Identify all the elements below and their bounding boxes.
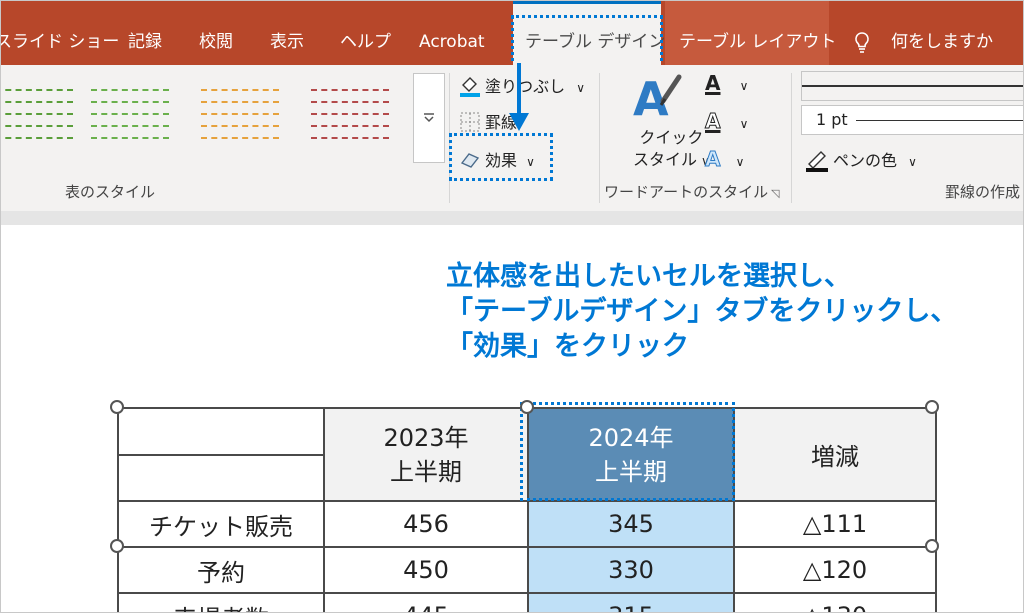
quick-style-icon[interactable]: A xyxy=(631,71,683,131)
header-line: 2023年 xyxy=(383,423,469,452)
table-style-orange[interactable] xyxy=(197,83,283,147)
header-line: 上半期 xyxy=(390,457,462,486)
ribbon-separator xyxy=(599,73,600,203)
gallery-more-button[interactable] xyxy=(413,73,445,163)
text-fill-button[interactable]: A ∨ xyxy=(705,71,748,95)
draw-borders-group-label: 罫線の作成 xyxy=(945,183,1021,201)
table-cell-selected[interactable]: 330 xyxy=(527,546,735,594)
table-cell-selected[interactable]: 315 xyxy=(527,592,735,612)
tab-table-layout[interactable]: テーブル レイアウト xyxy=(665,1,836,65)
tab-review[interactable]: 校閲 xyxy=(199,1,233,65)
table-style-green-2[interactable] xyxy=(87,83,173,147)
lightbulb-icon xyxy=(853,31,871,57)
instruction-line-3: 「効果」をクリック xyxy=(446,331,689,362)
pen-icon xyxy=(805,148,829,176)
text-fill-icon: A xyxy=(705,71,721,95)
resize-handle-middle-right[interactable] xyxy=(925,539,939,553)
down-arrow-head-icon xyxy=(509,113,529,131)
table-cell[interactable]: △111 xyxy=(733,500,937,548)
wordart-group-label: ワードアートのスタイル xyxy=(604,183,769,201)
shading-label: 塗りつぶし xyxy=(485,77,566,96)
table-cell[interactable]: △130 xyxy=(733,592,937,612)
instruction-line-1: 立体感を出したいセルを選択し、 xyxy=(446,261,851,292)
table-cell[interactable]: △120 xyxy=(733,546,937,594)
table-style-green-1[interactable] xyxy=(1,83,77,147)
tab-record[interactable]: 記録 xyxy=(128,1,162,65)
table-cell-selected[interactable]: 345 xyxy=(527,500,735,548)
resize-handle-top-right[interactable] xyxy=(925,400,939,414)
table-cell[interactable]: 445 xyxy=(323,592,529,612)
tab-acrobat[interactable]: Acrobat xyxy=(419,1,485,65)
pen-weight-value: 1 pt xyxy=(816,110,848,129)
chevron-down-icon: ∨ xyxy=(576,81,586,95)
table-header-corner[interactable] xyxy=(117,407,325,456)
table-row: チケット販売 456 345 △111 xyxy=(117,500,937,548)
pen-style-dropdown[interactable] xyxy=(801,71,1023,101)
table-row: 来場者数 445 315 △130 xyxy=(117,592,937,612)
column-highlight-box xyxy=(520,402,735,501)
tab-view[interactable]: 表示 xyxy=(270,1,304,65)
shading-button[interactable]: 塗りつぶし ∨ xyxy=(459,73,585,101)
ribbon-separator xyxy=(791,73,792,203)
chevron-down-icon: ∨ xyxy=(735,155,745,169)
instruction-text: 立体感を出したいセルを選択し、 「テーブルデザイン」タブをクリックし、 「効果」… xyxy=(446,259,957,364)
resize-handle-top-center[interactable] xyxy=(520,400,534,414)
table-cell[interactable]: 予約 xyxy=(117,546,325,594)
chevron-down-icon: ∨ xyxy=(908,155,917,169)
pen-color-label: ペンの色 xyxy=(833,151,898,170)
table-cell[interactable]: 456 xyxy=(323,500,529,548)
table-cell[interactable]: 来場者数 xyxy=(117,592,325,612)
chevron-down-icon: ∨ xyxy=(739,117,749,131)
table-cell[interactable]: チケット販売 xyxy=(117,500,325,548)
text-outline-icon: A xyxy=(704,109,721,134)
tab-help[interactable]: ヘルプ xyxy=(340,1,391,65)
instruction-line-2: 「テーブルデザイン」タブをクリックし、 xyxy=(446,296,958,327)
pen-color-button[interactable]: ペンの色 ∨ xyxy=(805,147,917,176)
chevron-down-icon: ∨ xyxy=(739,79,749,93)
tab-highlight-box xyxy=(511,15,663,69)
quick-style-label-2: スタイル xyxy=(633,150,698,169)
table-header-2023[interactable]: 2023年 上半期 xyxy=(323,407,529,502)
pen-weight-dropdown[interactable]: 1 pt xyxy=(801,105,1023,135)
text-effects-icon: A xyxy=(704,147,721,172)
text-effects-button[interactable]: A ∨ xyxy=(704,147,745,172)
text-outline-button[interactable]: A ∨ xyxy=(704,109,749,134)
table-cell[interactable]: 450 xyxy=(323,546,529,594)
resize-handle-middle-left[interactable] xyxy=(110,539,124,553)
paint-bucket-icon xyxy=(459,75,481,101)
dialog-launcher-icon[interactable]: ◹ xyxy=(771,187,779,200)
quick-style-button[interactable]: クイック スタイル ∨ xyxy=(633,127,710,172)
table-header-corner-lower[interactable] xyxy=(117,454,325,502)
quick-style-label-1: クイック xyxy=(639,128,704,147)
table-header-change[interactable]: 増減 xyxy=(733,407,937,502)
table-styles-group-label: 表のスタイル xyxy=(65,183,156,201)
pen-weight-line xyxy=(856,120,1023,121)
effects-highlight-box xyxy=(449,133,553,181)
tab-slideshow[interactable]: スライド ショー xyxy=(1,1,119,65)
table-style-red[interactable] xyxy=(307,83,393,147)
table-row: 予約 450 330 △120 xyxy=(117,546,937,594)
resize-handle-top-left[interactable] xyxy=(110,400,124,414)
ribbon-divider xyxy=(1,211,1023,225)
powerpoint-window: スライド ショー 記録 校閲 表示 ヘルプ Acrobat テーブル デザイン … xyxy=(0,0,1024,613)
tell-me-search[interactable]: 何をしますか xyxy=(891,1,993,65)
